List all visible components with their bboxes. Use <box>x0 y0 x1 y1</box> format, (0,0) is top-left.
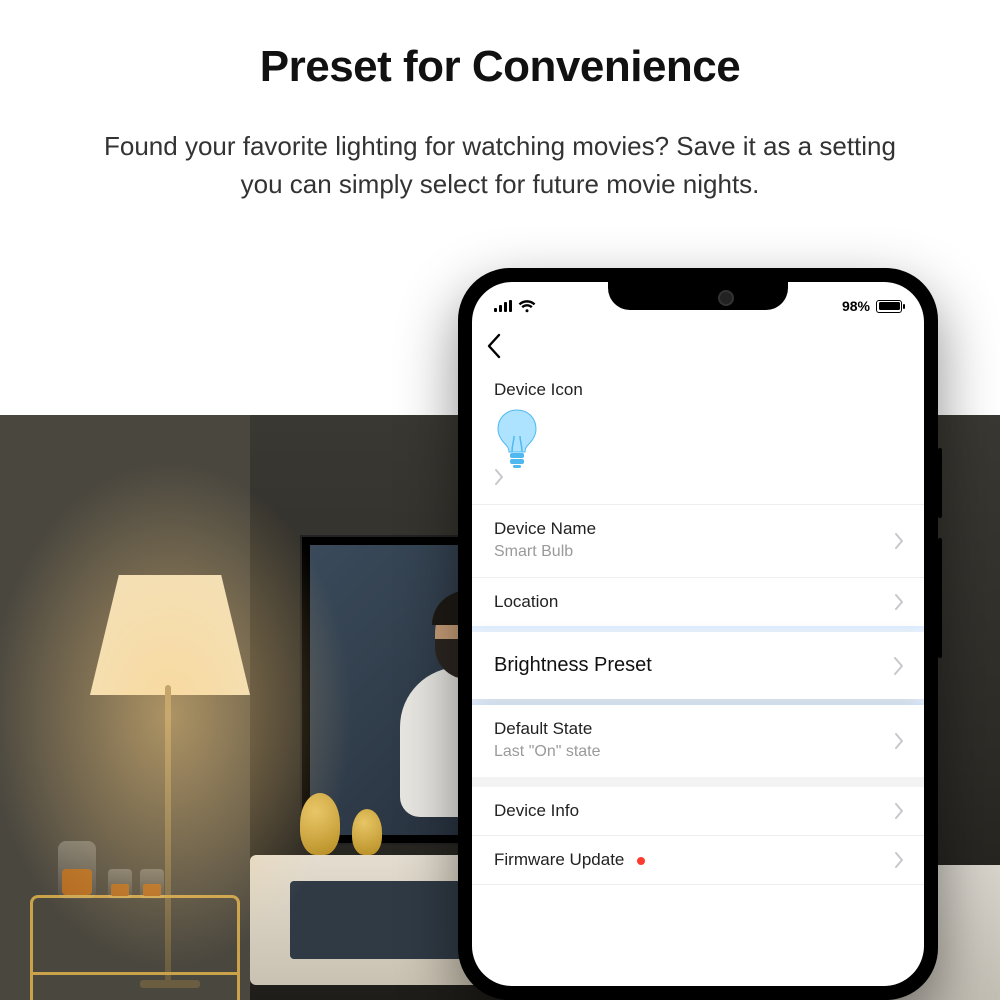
chevron-right-icon <box>894 532 904 550</box>
chevron-right-icon <box>894 732 904 750</box>
battery-percent: 98% <box>842 298 870 314</box>
back-button[interactable] <box>486 333 502 359</box>
row-value: Smart Bulb <box>494 543 902 561</box>
battery-icon <box>876 300 902 313</box>
row-device-info[interactable]: Device Info <box>472 787 924 836</box>
bulb-icon <box>494 408 902 468</box>
row-label: Default State <box>494 719 902 739</box>
row-label: Firmware Update <box>494 850 624 869</box>
chevron-right-icon <box>494 468 902 486</box>
slide-title: Preset for Convenience <box>0 42 1000 92</box>
cell-signal-icon <box>494 300 512 312</box>
row-label: Brightness Preset <box>494 654 902 677</box>
wifi-icon <box>518 300 536 313</box>
row-device-name[interactable]: Device Name Smart Bulb <box>472 505 924 578</box>
row-location[interactable]: Location <box>472 578 924 626</box>
row-label: Device Info <box>494 801 902 821</box>
row-label: Location <box>494 592 902 612</box>
chevron-right-icon <box>893 656 904 676</box>
row-brightness-preset-highlight: Brightness Preset <box>472 626 924 705</box>
lamp-illustration <box>90 575 250 695</box>
phone-mockup: 98% Device Icon <box>458 268 938 1000</box>
row-label: Device Name <box>494 519 902 539</box>
chevron-right-icon <box>894 802 904 820</box>
slide-subtitle: Found your favorite lighting for watchin… <box>90 128 910 203</box>
chevron-right-icon <box>894 593 904 611</box>
row-brightness-preset[interactable]: Brightness Preset <box>472 632 924 699</box>
marketing-slide: Preset for Convenience Found your favori… <box>0 0 1000 1000</box>
row-value: Last "On" state <box>494 743 902 761</box>
row-label: Device Icon <box>494 380 902 400</box>
row-device-icon[interactable]: Device Icon <box>472 368 924 505</box>
settings-list[interactable]: Device Icon <box>472 368 924 986</box>
update-indicator-icon <box>637 857 645 865</box>
nav-bar <box>472 324 924 368</box>
row-default-state[interactable]: Default State Last "On" state <box>472 705 924 787</box>
row-firmware-update[interactable]: Firmware Update <box>472 836 924 885</box>
chevron-right-icon <box>894 851 904 869</box>
phone-notch <box>608 282 788 310</box>
phone-screen: 98% Device Icon <box>472 282 924 986</box>
